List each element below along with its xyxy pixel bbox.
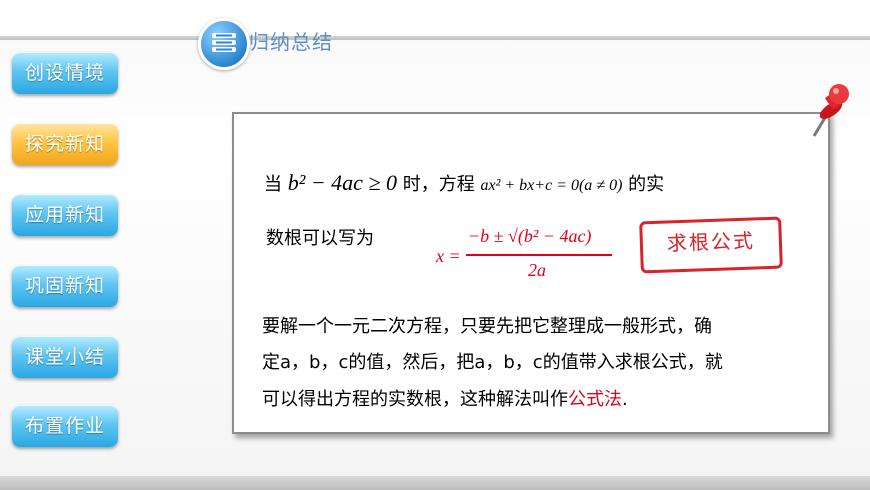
formula-numerator: −b ± √(b² − 4ac)	[468, 226, 592, 246]
nav-item-create-context[interactable]: 创设情境	[12, 52, 118, 94]
book-stack-icon	[198, 18, 250, 70]
quadratic-formula-stamp: 求根公式	[639, 216, 783, 274]
nav-item-homework[interactable]: 布置作业	[12, 405, 118, 447]
formula-lhs: x =	[436, 246, 461, 266]
paragraph-line3-end: .	[622, 389, 628, 410]
line1-mid: 时，方程	[402, 174, 475, 195]
footer-bar	[0, 476, 870, 490]
line1: 当 b² − 4ac ≥ 0 时，方程 ax² + bx+c = 0(a ≠ 0…	[264, 170, 664, 196]
discriminant-condition: b² − 4ac ≥ 0	[287, 170, 398, 195]
header-divider	[0, 36, 870, 40]
line2: 数根可以写为	[266, 228, 374, 249]
section-title: 归纳总结	[249, 30, 333, 54]
paragraph-line1: 要解一个一元二次方程，只要先把它整理成一般形式，确	[262, 316, 712, 337]
nav-item-consolidate[interactable]: 巩固新知	[12, 265, 118, 307]
paragraph-line3-text: 可以得出方程的实数根，这种解法叫作	[262, 389, 568, 410]
top-band	[0, 0, 870, 36]
stamp-label: 求根公式	[666, 228, 756, 256]
nav-item-summary[interactable]: 课堂小结	[12, 336, 118, 378]
pushpin-icon	[812, 84, 849, 137]
formula-method-highlight: 公式法	[568, 389, 622, 410]
nav-item-apply-new[interactable]: 应用新知	[12, 194, 118, 236]
line1-prefix: 当	[264, 174, 282, 195]
fraction-bar	[466, 254, 612, 256]
paragraph-line3: 可以得出方程的实数根，这种解法叫作公式法.	[262, 385, 628, 411]
paragraph-line2: 定a，b，c的值，然后，把a，b，c的值带入求根公式，就	[262, 352, 723, 373]
line1-suffix: 的实	[628, 174, 665, 195]
nav-item-explore-new[interactable]: 探究新知	[12, 123, 118, 165]
formula-denominator: 2a	[528, 260, 546, 280]
quadratic-equation: ax² + bx+c = 0(a ≠ 0)	[480, 177, 623, 194]
